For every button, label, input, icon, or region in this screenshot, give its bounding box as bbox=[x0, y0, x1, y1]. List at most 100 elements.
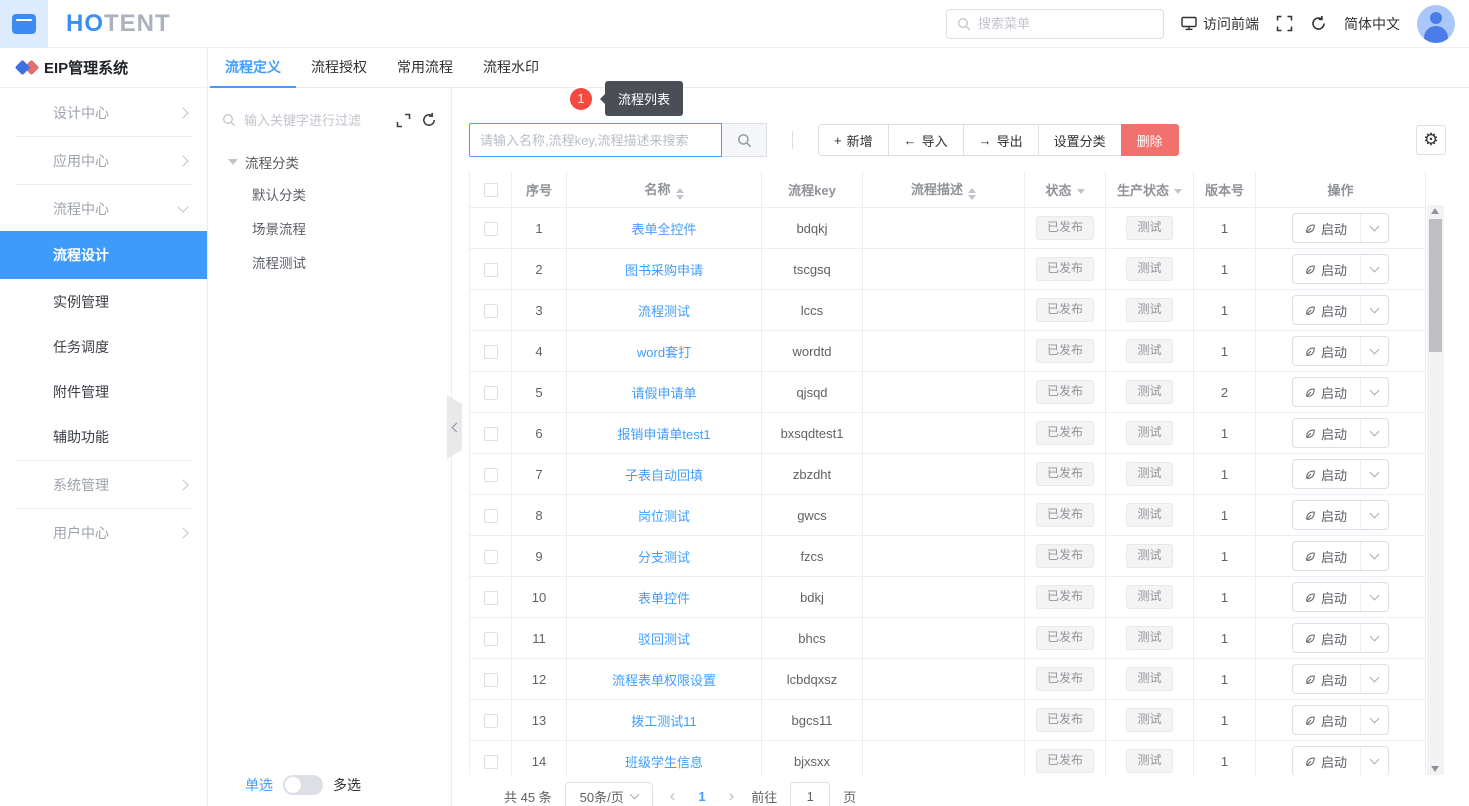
process-name-link[interactable]: 图书采购申请 bbox=[567, 249, 762, 290]
start-button[interactable]: 启动 bbox=[1293, 583, 1360, 611]
tab-流程授权[interactable]: 流程授权 bbox=[296, 48, 382, 87]
select-all-checkbox[interactable] bbox=[484, 183, 498, 197]
fullscreen-icon[interactable] bbox=[1276, 15, 1293, 32]
row-checkbox[interactable] bbox=[484, 591, 498, 605]
process-name-link[interactable]: 流程表单权限设置 bbox=[567, 659, 762, 700]
process-search-input[interactable] bbox=[469, 123, 722, 157]
select-mode-switch[interactable] bbox=[283, 775, 323, 795]
sidebar-item-用户中心[interactable]: 用户中心 bbox=[0, 510, 207, 555]
start-dropdown-toggle[interactable] bbox=[1360, 583, 1388, 611]
sidebar-item-实例管理[interactable]: 实例管理 bbox=[0, 279, 207, 324]
column-settings-button[interactable]: ⚙ bbox=[1416, 125, 1446, 155]
设置分类-button[interactable]: 设置分类 bbox=[1038, 124, 1122, 156]
current-page[interactable]: 1 bbox=[692, 789, 711, 804]
visit-frontend-button[interactable]: 访问前端 bbox=[1181, 14, 1259, 34]
process-name-link[interactable]: 拨工测试11 bbox=[567, 700, 762, 741]
row-checkbox[interactable] bbox=[484, 509, 498, 523]
process-name-link[interactable]: 驳回测试 bbox=[567, 618, 762, 659]
sidebar-item-流程设计[interactable]: 流程设计 bbox=[0, 231, 207, 279]
process-name-link[interactable]: 表单控件 bbox=[567, 577, 762, 618]
新增-button[interactable]: +新增 bbox=[818, 124, 889, 156]
sidebar-collapse-button[interactable] bbox=[0, 0, 48, 48]
process-name-link[interactable]: 子表自动回填 bbox=[567, 454, 762, 495]
start-button[interactable]: 启动 bbox=[1293, 296, 1360, 324]
start-dropdown-toggle[interactable] bbox=[1360, 747, 1388, 775]
next-page-button[interactable]: › bbox=[725, 786, 739, 806]
menu-search-box[interactable] bbox=[946, 9, 1164, 39]
process-name-link[interactable]: 班级学生信息 bbox=[567, 741, 762, 775]
start-button[interactable]: 启动 bbox=[1293, 706, 1360, 734]
start-dropdown-toggle[interactable] bbox=[1360, 501, 1388, 529]
sort-icon[interactable] bbox=[968, 188, 976, 200]
start-dropdown-toggle[interactable] bbox=[1360, 255, 1388, 283]
start-button[interactable]: 启动 bbox=[1293, 255, 1360, 283]
sidebar-item-附件管理[interactable]: 附件管理 bbox=[0, 369, 207, 414]
prev-page-button[interactable]: ‹ bbox=[666, 786, 680, 806]
sidebar-item-辅助功能[interactable]: 辅助功能 bbox=[0, 414, 207, 459]
row-checkbox[interactable] bbox=[484, 304, 498, 318]
avatar[interactable] bbox=[1417, 5, 1455, 43]
refresh-icon[interactable] bbox=[1310, 15, 1327, 32]
table-scrollbar[interactable] bbox=[1427, 205, 1444, 775]
删除-button[interactable]: 删除 bbox=[1121, 124, 1179, 156]
start-button[interactable]: 启动 bbox=[1293, 460, 1360, 488]
tree-node-root[interactable]: 流程分类 bbox=[208, 147, 451, 177]
process-name-link[interactable]: 报销申请单test1 bbox=[567, 413, 762, 454]
start-button[interactable]: 启动 bbox=[1293, 214, 1360, 242]
sidebar-item-应用中心[interactable]: 应用中心 bbox=[0, 138, 207, 183]
panel-collapse-handle[interactable] bbox=[447, 395, 462, 459]
start-button[interactable]: 启动 bbox=[1293, 337, 1360, 365]
sidebar-item-任务调度[interactable]: 任务调度 bbox=[0, 324, 207, 369]
process-name-link[interactable]: word套打 bbox=[567, 331, 762, 372]
scroll-down-icon[interactable] bbox=[1431, 766, 1439, 772]
sidebar-item-系统管理[interactable]: 系统管理 bbox=[0, 462, 207, 507]
process-name-link[interactable]: 表单全控件 bbox=[567, 208, 762, 249]
sort-icon[interactable] bbox=[676, 188, 684, 200]
search-button[interactable] bbox=[722, 123, 767, 157]
expand-all-icon[interactable] bbox=[396, 113, 411, 128]
start-dropdown-toggle[interactable] bbox=[1360, 296, 1388, 324]
tree-refresh-icon[interactable] bbox=[421, 112, 437, 128]
language-switcher[interactable]: 简体中文 bbox=[1344, 14, 1400, 34]
start-button[interactable]: 启动 bbox=[1293, 747, 1360, 775]
process-name-link[interactable]: 请假申请单 bbox=[567, 372, 762, 413]
start-dropdown-toggle[interactable] bbox=[1360, 419, 1388, 447]
start-button[interactable]: 启动 bbox=[1293, 419, 1360, 447]
page-size-select[interactable]: 50条/页 bbox=[565, 782, 653, 806]
row-checkbox[interactable] bbox=[484, 755, 498, 769]
row-checkbox[interactable] bbox=[484, 632, 498, 646]
single-select-label[interactable]: 单选 bbox=[245, 775, 273, 795]
menu-search-input[interactable] bbox=[978, 16, 1153, 31]
row-checkbox[interactable] bbox=[484, 222, 498, 236]
multi-select-label[interactable]: 多选 bbox=[333, 775, 361, 795]
start-dropdown-toggle[interactable] bbox=[1360, 337, 1388, 365]
tree-node-流程测试[interactable]: 流程测试 bbox=[208, 245, 451, 279]
row-checkbox[interactable] bbox=[484, 468, 498, 482]
row-checkbox[interactable] bbox=[484, 386, 498, 400]
tree-node-默认分类[interactable]: 默认分类 bbox=[208, 177, 451, 211]
tree-node-场景流程[interactable]: 场景流程 bbox=[208, 211, 451, 245]
tab-流程定义[interactable]: 流程定义 bbox=[210, 48, 296, 87]
start-button[interactable]: 启动 bbox=[1293, 665, 1360, 693]
filter-caret-icon[interactable] bbox=[1174, 189, 1182, 194]
start-dropdown-toggle[interactable] bbox=[1360, 706, 1388, 734]
sidebar-item-流程中心[interactable]: 流程中心 bbox=[0, 186, 207, 231]
start-dropdown-toggle[interactable] bbox=[1360, 460, 1388, 488]
start-dropdown-toggle[interactable] bbox=[1360, 665, 1388, 693]
sidebar-item-设计中心[interactable]: 设计中心 bbox=[0, 90, 207, 135]
start-dropdown-toggle[interactable] bbox=[1360, 378, 1388, 406]
tab-常用流程[interactable]: 常用流程 bbox=[382, 48, 468, 87]
goto-page-input[interactable] bbox=[790, 782, 830, 806]
filter-caret-icon[interactable] bbox=[1077, 189, 1085, 194]
process-name-link[interactable]: 岗位测试 bbox=[567, 495, 762, 536]
row-checkbox[interactable] bbox=[484, 263, 498, 277]
start-button[interactable]: 启动 bbox=[1293, 378, 1360, 406]
row-checkbox[interactable] bbox=[484, 550, 498, 564]
start-dropdown-toggle[interactable] bbox=[1360, 214, 1388, 242]
process-name-link[interactable]: 分支测试 bbox=[567, 536, 762, 577]
start-button[interactable]: 启动 bbox=[1293, 542, 1360, 570]
row-checkbox[interactable] bbox=[484, 714, 498, 728]
process-name-link[interactable]: 流程测试 bbox=[567, 290, 762, 331]
row-checkbox[interactable] bbox=[484, 673, 498, 687]
导入-button[interactable]: ←导入 bbox=[888, 124, 964, 156]
